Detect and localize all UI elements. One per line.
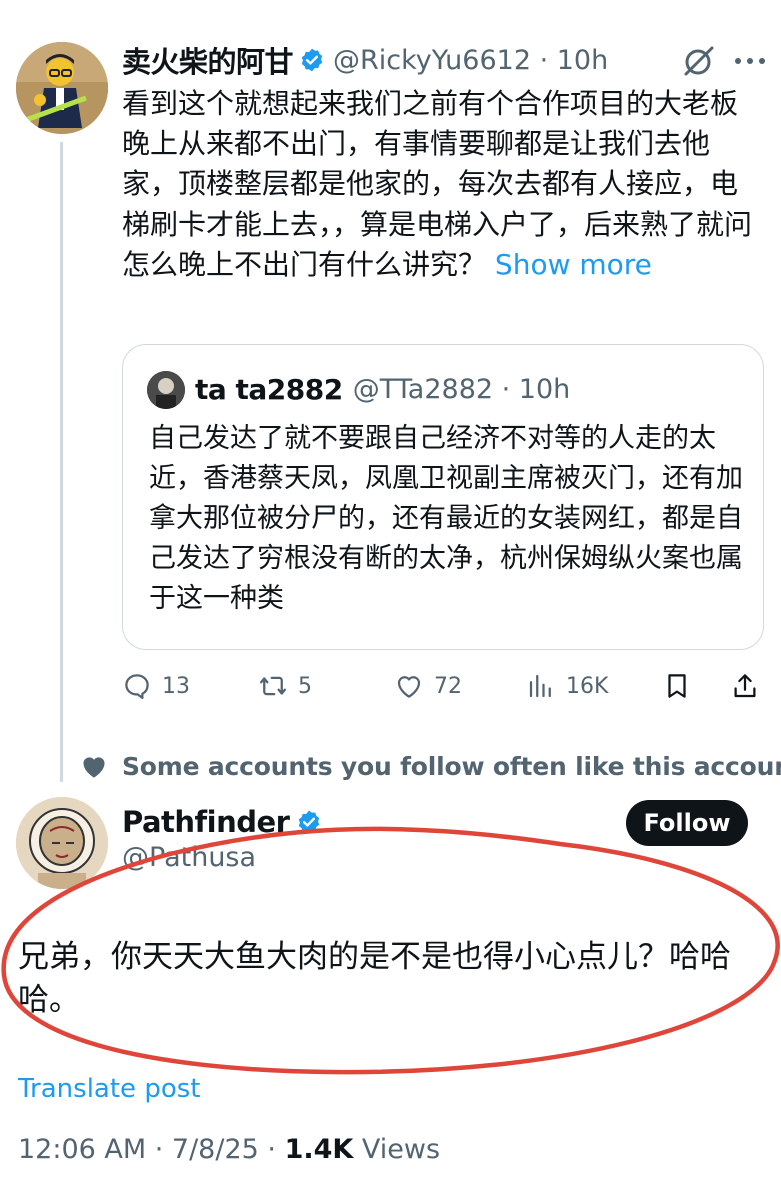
- views-button[interactable]: 16K: [526, 664, 608, 708]
- author-avatar[interactable]: [16, 42, 108, 134]
- quoted-avatar-image: [147, 371, 185, 409]
- repost-icon: [260, 676, 286, 696]
- reply-author-avatar[interactable]: [16, 797, 108, 889]
- tweet-header: 卖火柴的阿甘 @RickyYu6612 · 10h: [122, 40, 762, 80]
- post-metadata: 12:06 AM · 7/8/25 · 1.4K Views: [18, 1134, 440, 1165]
- heart-icon: [397, 676, 421, 698]
- astronaut-avatar-image: [16, 797, 108, 889]
- like-count: 72: [434, 673, 462, 699]
- author-handle-time[interactable]: @RickyYu6612 · 10h: [333, 45, 608, 76]
- translate-post-link[interactable]: Translate post: [18, 1074, 200, 1104]
- lego-figure-avatar-image: [16, 42, 108, 134]
- quoted-author-name[interactable]: ta ta2882: [195, 373, 343, 406]
- more-options-icon[interactable]: [730, 44, 770, 78]
- quoted-tweet-card[interactable]: ta ta2882 @TTa2882 · 10h 自己发达了就不要跟自己经济不对…: [122, 344, 764, 650]
- quoted-tweet-header: ta ta2882 @TTa2882 · 10h: [195, 367, 570, 411]
- reply-author-name[interactable]: Pathfinder: [122, 805, 290, 839]
- tweet-action-bar: 13 5 72 16K: [122, 664, 764, 708]
- post-timestamp[interactable]: 12:06 AM · 7/8/25 ·: [18, 1134, 285, 1165]
- thread-connector-line: [60, 142, 63, 782]
- views-chart-icon: [529, 674, 551, 698]
- views-count: 16K: [566, 673, 609, 699]
- reply-icon: [125, 674, 149, 699]
- social-context: Some accounts you follow often like this…: [80, 746, 781, 786]
- grok-icon[interactable]: [682, 44, 716, 78]
- share-icon: [734, 674, 756, 698]
- follow-button[interactable]: Follow: [626, 800, 748, 846]
- bookmark-icon: [668, 674, 686, 698]
- author-name[interactable]: 卖火柴的阿甘: [122, 39, 294, 81]
- repost-count: 5: [298, 673, 312, 699]
- quoted-tweet-text: 自己发达了就不要跟自己经济不对等的人走的太近，香港蔡天凤，凤凰卫视副主席被灭门，…: [149, 423, 743, 614]
- tweet-body-text: 看到这个就想起来我们之前有个合作项目的大老板晚上从来都不出门，有事情要聊都是让我…: [122, 87, 753, 281]
- show-more-link[interactable]: Show more: [495, 248, 652, 281]
- reply-header: Pathfinder: [122, 800, 322, 844]
- verified-badge-icon: [299, 47, 325, 73]
- bookmark-button[interactable]: [662, 664, 692, 708]
- post-views-count: 1.4K: [284, 1134, 354, 1165]
- reply-button[interactable]: 13: [122, 664, 190, 708]
- reply-text: 兄弟，你天天大鱼大肉的是不是也得小心点儿？哈哈哈。: [18, 939, 731, 1018]
- verified-badge-icon: [296, 809, 322, 835]
- tweet-text: 看到这个就想起来我们之前有个合作项目的大老板晚上从来都不出门，有事情要聊都是让我…: [122, 84, 764, 285]
- social-context-text: Some accounts you follow often like this…: [122, 751, 781, 781]
- repost-button[interactable]: 5: [258, 664, 312, 708]
- heart-filled-icon: [83, 757, 105, 778]
- reply-count: 13: [162, 673, 190, 699]
- share-button[interactable]: [730, 664, 760, 708]
- post-views-label: Views: [353, 1134, 441, 1165]
- quoted-author-avatar[interactable]: [147, 371, 185, 409]
- like-button[interactable]: 72: [394, 664, 462, 708]
- reply-author-handle[interactable]: @Pathusa: [122, 842, 256, 873]
- quoted-author-handle-time[interactable]: @TTa2882 · 10h: [353, 374, 571, 405]
